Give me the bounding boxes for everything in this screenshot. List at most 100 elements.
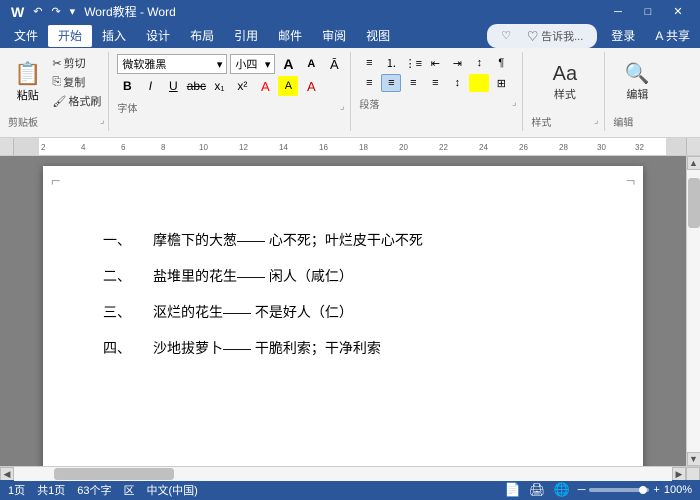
minimize-btn[interactable]: ─ — [604, 0, 632, 23]
editing-button[interactable]: 🔍 编辑 — [615, 58, 660, 106]
para-3-num: 三、 — [103, 298, 133, 326]
undo-btn[interactable]: ↶ — [30, 5, 45, 18]
menu-mailings[interactable]: 邮件 — [268, 25, 312, 47]
ruler: 2 4 6 8 10 12 14 16 18 20 22 24 26 28 30… — [0, 138, 700, 156]
para-1-text: 摩檐下的大葱—— 心不死；叶烂皮干心不死 — [153, 226, 423, 254]
align-right-btn[interactable]: ≡ — [403, 74, 423, 92]
copy-icon: ⎘ — [52, 76, 61, 89]
menu-review[interactable]: 审阅 — [312, 25, 356, 47]
paste-icon: 📋 — [14, 61, 41, 87]
scroll-thumb[interactable] — [688, 178, 700, 228]
close-btn[interactable]: ✕ — [664, 0, 692, 23]
font-size-down-btn[interactable]: A — [301, 54, 321, 74]
bold-btn[interactable]: B — [117, 76, 137, 96]
menu-view[interactable]: 视图 — [356, 25, 400, 47]
svg-text:24: 24 — [479, 143, 488, 152]
svg-text:28: 28 — [559, 143, 568, 152]
text-highlight-btn[interactable]: A — [278, 76, 298, 96]
para-4-num: 四、 — [103, 334, 133, 362]
status-left: 1页 共1页 63个字 区 中文(中国) — [8, 482, 198, 498]
vertical-scrollbar: ▲ ▼ — [686, 156, 700, 466]
para-3-text: 沤烂的花生—— 不是好人（仁） — [153, 298, 353, 326]
font-color2-btn[interactable]: A — [301, 76, 321, 96]
copy-button[interactable]: ⎘ 复制 — [49, 73, 104, 91]
menu-design[interactable]: 设计 — [136, 25, 180, 47]
ruler-ticks: 2 4 6 8 10 12 14 16 18 20 22 24 26 28 30… — [39, 138, 666, 155]
menu-home[interactable]: 开始 — [48, 25, 92, 47]
ruler-left-margin — [14, 138, 39, 155]
superscript-btn[interactable]: x² — [232, 76, 252, 96]
view-mode-web[interactable]: 🌐 — [553, 482, 569, 498]
paste-button[interactable]: 📋 粘贴 — [8, 59, 47, 105]
line-spacing-btn[interactable]: ↕ — [447, 74, 467, 92]
zoom-out-btn[interactable]: ─ — [578, 484, 586, 496]
unordered-list-btn[interactable]: ≡ — [359, 54, 379, 72]
font-size-select[interactable]: 小四 ▾ — [230, 54, 275, 74]
share-btn[interactable]: A 共享 — [649, 25, 696, 46]
subscript-btn[interactable]: x₁ — [209, 76, 229, 96]
scroll-up-btn[interactable]: ▲ — [687, 156, 700, 170]
cut-button[interactable]: ✂ 剪切 — [49, 54, 104, 72]
zoom-in-btn[interactable]: + — [653, 484, 659, 496]
total-pages: 共1页 — [37, 482, 65, 498]
view-mode-read[interactable]: 📄 — [505, 482, 521, 498]
scroll-track[interactable] — [687, 170, 700, 452]
svg-text:26: 26 — [519, 143, 528, 152]
scroll-left-btn[interactable]: ◀ — [0, 467, 14, 481]
menu-insert[interactable]: 插入 — [92, 25, 136, 47]
align-left-btn[interactable]: ≡ — [359, 74, 379, 92]
scroll-right-btn[interactable]: ▶ — [672, 467, 686, 481]
document-page[interactable]: ⌐ ⌐ 一、 摩檐下的大葱—— 心不死；叶烂皮干心不死 二、 盐堆里的花生—— … — [43, 166, 643, 466]
svg-text:20: 20 — [399, 143, 408, 152]
styles-expand-icon[interactable]: ⌟ — [594, 115, 598, 126]
underline-btn[interactable]: U — [163, 76, 183, 96]
horizontal-scrollbar-row: ◀ ▶ — [0, 466, 700, 480]
paragraph-2: 二、 盐堆里的花生—— 闲人（咸仁） — [103, 262, 583, 290]
scroll-down-btn[interactable]: ▼ — [687, 452, 700, 466]
sort-btn[interactable]: ↕ — [469, 54, 489, 72]
cut-icon: ✂ — [52, 57, 61, 70]
zoom-thumb — [639, 486, 647, 494]
quick-access-more[interactable]: ▾ — [67, 5, 79, 18]
shading-btn[interactable] — [469, 74, 489, 92]
login-btn[interactable]: 登录 — [605, 25, 641, 46]
svg-text:2: 2 — [41, 143, 46, 152]
redo-btn[interactable]: ↷ — [48, 5, 63, 18]
font-name-select[interactable]: 微软雅黑 ▾ — [117, 54, 227, 74]
font-color-btn[interactable]: A — [255, 76, 275, 96]
ordered-list-btn[interactable]: ⒈ — [381, 54, 401, 72]
maximize-btn[interactable]: □ — [634, 0, 662, 23]
word-icon: W — [8, 4, 27, 20]
zoom-bar: ─ + 100% — [578, 484, 692, 496]
decrease-indent-btn[interactable]: ⇤ — [425, 54, 445, 72]
styles-icon: Aа — [553, 62, 577, 86]
svg-text:18: 18 — [359, 143, 368, 152]
strikethrough-btn[interactable]: abc — [186, 76, 206, 96]
ribbon-styles-group: Aа 样式 样式 ⌟ — [525, 52, 605, 131]
font-size-up-btn[interactable]: A — [278, 54, 298, 74]
clipboard-expand-icon[interactable]: ⌟ — [100, 115, 104, 126]
zoom-slider[interactable] — [589, 488, 649, 492]
ruler-left-padding — [0, 138, 14, 155]
view-mode-print[interactable]: 🖨 — [529, 482, 546, 498]
increase-indent-btn[interactable]: ⇥ — [447, 54, 467, 72]
justify-btn[interactable]: ≡ — [425, 74, 445, 92]
paragraph-expand-icon[interactable]: ⌟ — [512, 97, 516, 108]
menu-file[interactable]: 文件 — [4, 25, 48, 47]
border-btn[interactable]: ⊞ — [491, 74, 511, 92]
menu-layout[interactable]: 布局 — [180, 25, 224, 47]
show-hide-btn[interactable]: ¶ — [491, 54, 511, 72]
horiz-scroll-thumb[interactable] — [54, 468, 174, 480]
search-placeholder: ♡ 告诉我... — [521, 26, 589, 46]
format-painter-button[interactable]: 🖌 格式刷 — [49, 92, 104, 110]
menu-references[interactable]: 引用 — [224, 25, 268, 47]
multilevel-list-btn[interactable]: ⋮≡ — [403, 54, 423, 72]
language-info: 中文(中国) — [147, 482, 198, 498]
font-expand-icon[interactable]: ⌟ — [340, 101, 344, 112]
horiz-scroll-track[interactable] — [14, 467, 672, 481]
italic-btn[interactable]: I — [140, 76, 160, 96]
clear-format-btn[interactable]: Ā — [324, 54, 344, 74]
align-center-btn[interactable]: ≡ — [381, 74, 401, 92]
search-box[interactable]: ♡ ♡ 告诉我... — [487, 24, 597, 48]
styles-button[interactable]: Aа 样式 — [542, 58, 587, 106]
